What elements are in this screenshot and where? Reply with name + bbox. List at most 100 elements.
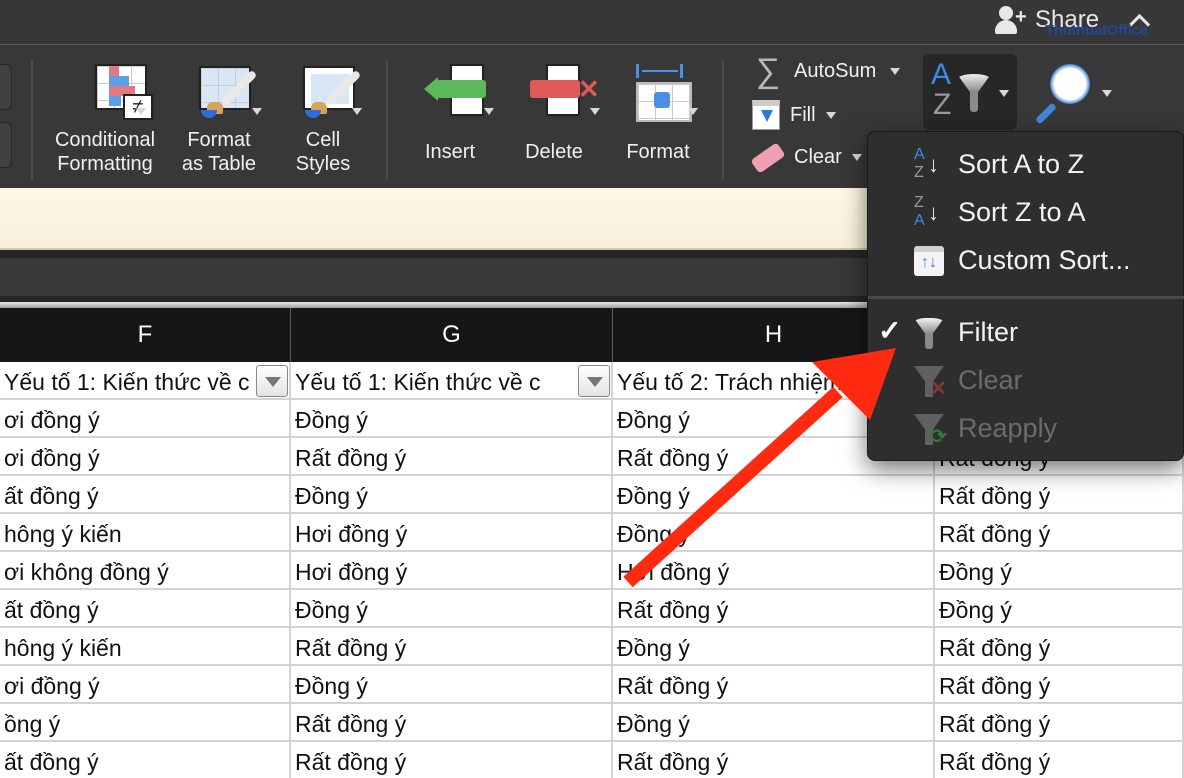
table-cell[interactable]: hông ý kiến (0, 514, 291, 552)
table-cell[interactable]: Rất đồng ý (935, 514, 1184, 552)
sort-z-to-a-icon: Z A ↓ (914, 194, 939, 229)
chevron-down-icon (352, 108, 362, 115)
chevron-down-icon (890, 68, 901, 75)
table-cell[interactable]: ất đồng ý (0, 742, 291, 778)
sort-filter-button[interactable]: A Z (923, 54, 1017, 130)
filter-dropdown-button[interactable] (256, 365, 288, 397)
conditional-formatting-button[interactable]: ≠ Conditional Formatting (48, 64, 162, 176)
header-cell[interactable]: Yếu tố 1: Kiến thức về c (0, 362, 291, 400)
find-select-button[interactable] (1034, 60, 1114, 125)
clear-filter-icon: ✕ (910, 364, 947, 400)
table-cell[interactable]: hông ý kiến (0, 628, 291, 666)
table-row: ất đồng ý Đồng ý Đồng ý Rất đồng ý (0, 476, 1184, 514)
add-person-icon: + (995, 6, 1029, 34)
checkmark-icon: ✓ (878, 315, 902, 346)
chevron-down-icon (590, 108, 600, 115)
table-cell[interactable]: ơi đồng ý (0, 400, 291, 438)
insert-label: Insert (424, 141, 476, 163)
fill-button[interactable]: Fill (752, 100, 836, 130)
conditional-formatting-label: Conditional Formatting (54, 129, 156, 175)
table-cell[interactable]: ất đồng ý (0, 476, 291, 514)
table-cell[interactable]: ất đồng ý (0, 590, 291, 628)
table-row: ồng ý Rất đồng ý Đồng ý Rất đồng ý (0, 704, 1184, 742)
table-cell[interactable]: Rất đồng ý (291, 628, 613, 666)
delete-cells-icon: ✕ (524, 64, 600, 118)
sort-filter-menu: A Z ↓ Sort A to Z Z A ↓ Sort Z to A ↑↓ C… (867, 131, 1184, 461)
delete-label: Delete (525, 141, 583, 163)
table-cell[interactable]: ơi không đồng ý (0, 552, 291, 590)
table-cell[interactable]: ơi đồng ý (0, 438, 291, 476)
table-cell[interactable]: Hơi đồng ý (613, 552, 935, 590)
table-row: hông ý kiến Rất đồng ý Đồng ý Rất đồng ý (0, 628, 1184, 666)
fill-label: Fill (790, 103, 816, 126)
format-cells-icon (628, 64, 692, 122)
watermark-logo: ThuthuatOffice (1045, 22, 1148, 39)
table-row: ất đồng ý Đồng ý Rất đồng ý Đồng ý (0, 590, 1184, 628)
table-cell[interactable]: Hơi đồng ý (291, 552, 613, 590)
table-cell[interactable]: Rất đồng ý (291, 438, 613, 476)
format-cells-button[interactable]: Format (612, 64, 704, 164)
column-header-g[interactable]: G (291, 308, 613, 362)
table-cell[interactable]: Rất đồng ý (613, 666, 935, 704)
table-cell[interactable]: Rất đồng ý (613, 742, 935, 778)
table-cell[interactable]: Hơi đồng ý (291, 514, 613, 552)
format-as-table-button[interactable]: Format as Table (172, 64, 266, 176)
menu-item-reapply-filter: ⟳ Reapply (868, 406, 1184, 450)
menu-item-sort-z-to-a[interactable]: Z A ↓ Sort Z to A (868, 190, 1184, 234)
chevron-down-icon (252, 108, 262, 115)
ribbon-divider (386, 60, 388, 180)
menu-item-custom-sort[interactable]: ↑↓ Custom Sort... (868, 238, 1184, 282)
menu-item-filter[interactable]: ✓ Filter (868, 310, 1184, 354)
clear-button[interactable]: Clear (750, 141, 862, 174)
filter-dropdown-button[interactable] (578, 365, 610, 397)
table-cell[interactable]: Đồng ý (291, 400, 613, 438)
table-row: ơi đồng ý Đồng ý Rất đồng ý Rất đồng ý (0, 666, 1184, 704)
header-text: Yếu tố 1: Kiến thức về c (4, 369, 250, 395)
autosum-button[interactable]: ∑ AutoSum (752, 52, 901, 91)
reapply-filter-icon: ⟳ (910, 412, 947, 448)
fill-down-icon (752, 100, 780, 130)
table-cell[interactable]: Rất đồng ý (935, 742, 1184, 778)
insert-cells-button[interactable]: Insert (404, 64, 496, 164)
table-cell[interactable]: Rất đồng ý (291, 704, 613, 742)
table-cell[interactable]: Đồng ý (613, 704, 935, 742)
chevron-down-icon (1102, 90, 1112, 97)
title-bar: + Share ThuthuatOffice (0, 0, 1184, 45)
table-cell[interactable]: Đồng ý (291, 476, 613, 514)
header-text: Yếu tố 1: Kiến thức về c (295, 369, 541, 395)
table-cell[interactable]: ồng ý (0, 704, 291, 742)
menu-item-clear-filter: ✕ Clear (868, 358, 1184, 402)
cell-styles-button[interactable]: Cell Styles (276, 64, 370, 176)
eraser-icon (750, 141, 786, 174)
sigma-icon: ∑ (755, 52, 781, 90)
table-cell[interactable]: Rất đồng ý (935, 704, 1184, 742)
menu-item-sort-a-to-z[interactable]: A Z ↓ Sort A to Z (868, 142, 1184, 186)
conditional-formatting-icon: ≠ (75, 64, 153, 120)
column-header-f[interactable]: F (0, 308, 291, 362)
ribbon-partial-control[interactable] (0, 64, 12, 110)
table-cell[interactable]: Đồng ý (935, 552, 1184, 590)
table-cell[interactable]: Đồng ý (613, 628, 935, 666)
chevron-down-icon (484, 108, 494, 115)
filter-icon (910, 316, 946, 350)
table-cell[interactable]: ơi đồng ý (0, 666, 291, 704)
header-cell[interactable]: Yếu tố 1: Kiến thức về c (291, 362, 613, 400)
format-as-table-label: Format as Table (181, 129, 257, 175)
table-row: ất đồng ý Rất đồng ý Rất đồng ý Rất đồng ý (0, 742, 1184, 778)
ribbon-partial-control[interactable] (0, 122, 12, 168)
format-label: Format (626, 141, 690, 163)
table-cell[interactable]: Đồng ý (613, 514, 935, 552)
table-cell[interactable]: Rất đồng ý (935, 628, 1184, 666)
table-row: hông ý kiến Hơi đồng ý Đồng ý Rất đồng ý (0, 514, 1184, 552)
chevron-down-icon (851, 154, 862, 161)
table-cell[interactable]: Đồng ý (291, 666, 613, 704)
table-cell[interactable]: Rất đồng ý (935, 476, 1184, 514)
chevron-down-icon (999, 90, 1009, 97)
table-cell[interactable]: Đồng ý (935, 590, 1184, 628)
table-cell[interactable]: Rất đồng ý (613, 590, 935, 628)
table-cell[interactable]: Đồng ý (291, 590, 613, 628)
table-cell[interactable]: Rất đồng ý (935, 666, 1184, 704)
table-cell[interactable]: Rất đồng ý (291, 742, 613, 778)
delete-cells-button[interactable]: ✕ Delete (508, 64, 600, 164)
table-cell[interactable]: Đồng ý (613, 476, 935, 514)
